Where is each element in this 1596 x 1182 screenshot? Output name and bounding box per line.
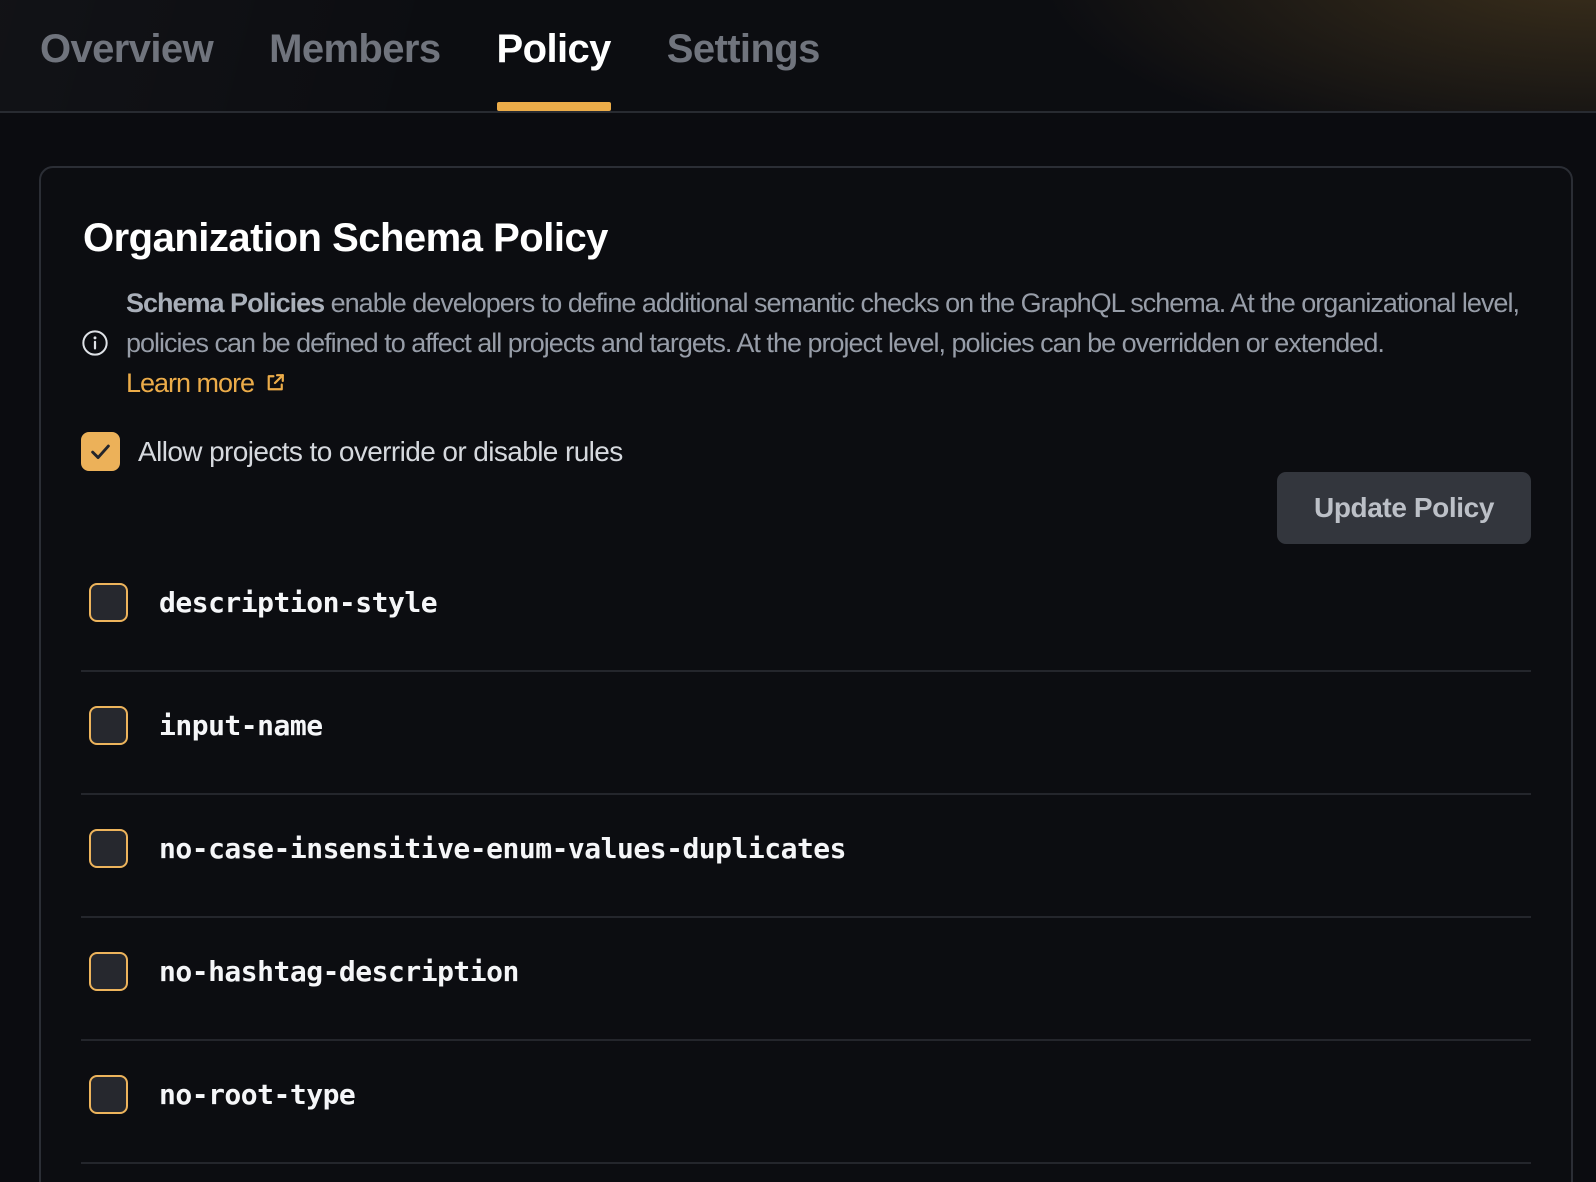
rule-name: input-name (159, 709, 323, 742)
rule-checkbox[interactable] (89, 1075, 128, 1114)
tab-label: Policy (497, 27, 611, 72)
learn-more-link[interactable]: Learn more (126, 368, 288, 398)
rule-checkbox[interactable] (89, 583, 128, 622)
policy-rule-row: no-hashtag-description (81, 918, 1531, 1041)
policy-card: Organization Schema Policy Schema Polici… (39, 166, 1573, 1182)
schema-policy-callout: Schema Policies enable developers to def… (81, 283, 1531, 403)
active-tab-indicator (497, 102, 611, 111)
tab-overview[interactable]: Overview (40, 0, 213, 111)
button-row: Update Policy (81, 472, 1531, 544)
description-text: enable developers to define additional s… (126, 288, 1519, 358)
rule-name: no-hashtag-description (159, 955, 519, 988)
rule-checkbox[interactable] (89, 952, 128, 991)
tab-members[interactable]: Members (269, 0, 440, 111)
rule-checkbox[interactable] (89, 829, 128, 868)
rules-list: description-style input-name no-case-ins… (81, 549, 1531, 1164)
policy-rule-row: no-case-insensitive-enum-values-duplicat… (81, 795, 1531, 918)
rule-checkbox[interactable] (89, 706, 128, 745)
allow-override-checkbox[interactable] (81, 432, 120, 471)
policy-rule-row: no-root-type (81, 1041, 1531, 1164)
description-bold: Schema Policies (126, 288, 324, 318)
org-tabs: Overview Members Policy Settings (0, 0, 1596, 111)
page-title: Organization Schema Policy (83, 214, 1531, 262)
rule-name: no-case-insensitive-enum-values-duplicat… (159, 832, 846, 865)
policy-rule-row: description-style (81, 549, 1531, 672)
checkmark-icon (86, 437, 115, 466)
tab-label: Overview (40, 27, 213, 72)
rule-name: description-style (159, 586, 437, 619)
policy-page: Organization Schema Policy Schema Polici… (0, 166, 1596, 1182)
schema-policy-description: Schema Policies enable developers to def… (126, 283, 1531, 403)
info-icon (81, 329, 109, 357)
tab-settings[interactable]: Settings (667, 0, 820, 111)
tab-label: Members (269, 27, 440, 72)
policy-rule-row: input-name (81, 672, 1531, 795)
rule-name: no-root-type (159, 1078, 355, 1111)
allow-override-row: Allow projects to override or disable ru… (81, 432, 1531, 471)
allow-override-label: Allow projects to override or disable ru… (138, 436, 623, 468)
tab-label: Settings (667, 27, 820, 72)
tab-bar: Overview Members Policy Settings (0, 0, 1596, 113)
external-link-icon (263, 370, 288, 395)
update-policy-button[interactable]: Update Policy (1277, 472, 1531, 544)
tab-policy[interactable]: Policy (497, 0, 611, 111)
